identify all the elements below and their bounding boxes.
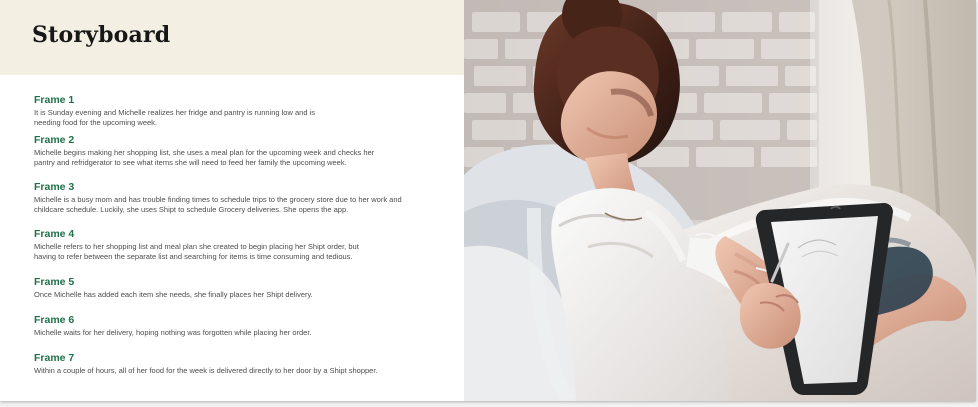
header-band: Storyboard (0, 0, 464, 75)
frame-4-title: Frame 4 (34, 228, 75, 240)
woman-with-tablet-photo (464, 0, 976, 401)
frame-7: Frame 7 Within a couple of hours, all of… (34, 352, 444, 376)
frame-6: Frame 6 Michelle waits for her delivery,… (34, 314, 444, 338)
frame-2-title: Frame 2 (34, 134, 75, 146)
frame-1: Frame 1 It is Sunday evening and Michell… (34, 94, 444, 128)
storyboard-slide: Storyboard Frame 1 It is Sunday evening … (0, 0, 976, 401)
frame-7-title: Frame 7 (34, 352, 75, 364)
frame-1-title: Frame 1 (34, 94, 75, 106)
frame-6-title: Frame 6 (34, 314, 75, 326)
frame-4-description: Michelle refers to her shopping list and… (34, 242, 359, 261)
frame-1-description: It is Sunday evening and Michelle realiz… (34, 108, 315, 127)
frame-7-description: Within a couple of hours, all of her foo… (34, 366, 378, 375)
frame-3-description: Michelle is a busy mom and has trouble f… (34, 195, 402, 214)
frame-6-description: Michelle waits for her delivery, hoping … (34, 328, 312, 337)
frame-2: Frame 2 Michelle begins making her shopp… (34, 134, 444, 168)
storyboard-photo-panel (464, 0, 976, 401)
frame-3: Frame 3 Michelle is a busy mom and has t… (34, 181, 444, 215)
frame-4: Frame 4 Michelle refers to her shopping … (34, 228, 444, 262)
frame-5-title: Frame 5 (34, 276, 75, 288)
frame-5-description: Once Michelle has added each item she ne… (34, 290, 313, 299)
frame-5: Frame 5 Once Michelle has added each ite… (34, 276, 444, 300)
page-title: Storyboard (32, 22, 171, 48)
frame-3-title: Frame 3 (34, 181, 75, 193)
frame-2-description: Michelle begins making her shopping list… (34, 148, 375, 167)
storyboard-panel: Storyboard Frame 1 It is Sunday evening … (0, 0, 464, 401)
